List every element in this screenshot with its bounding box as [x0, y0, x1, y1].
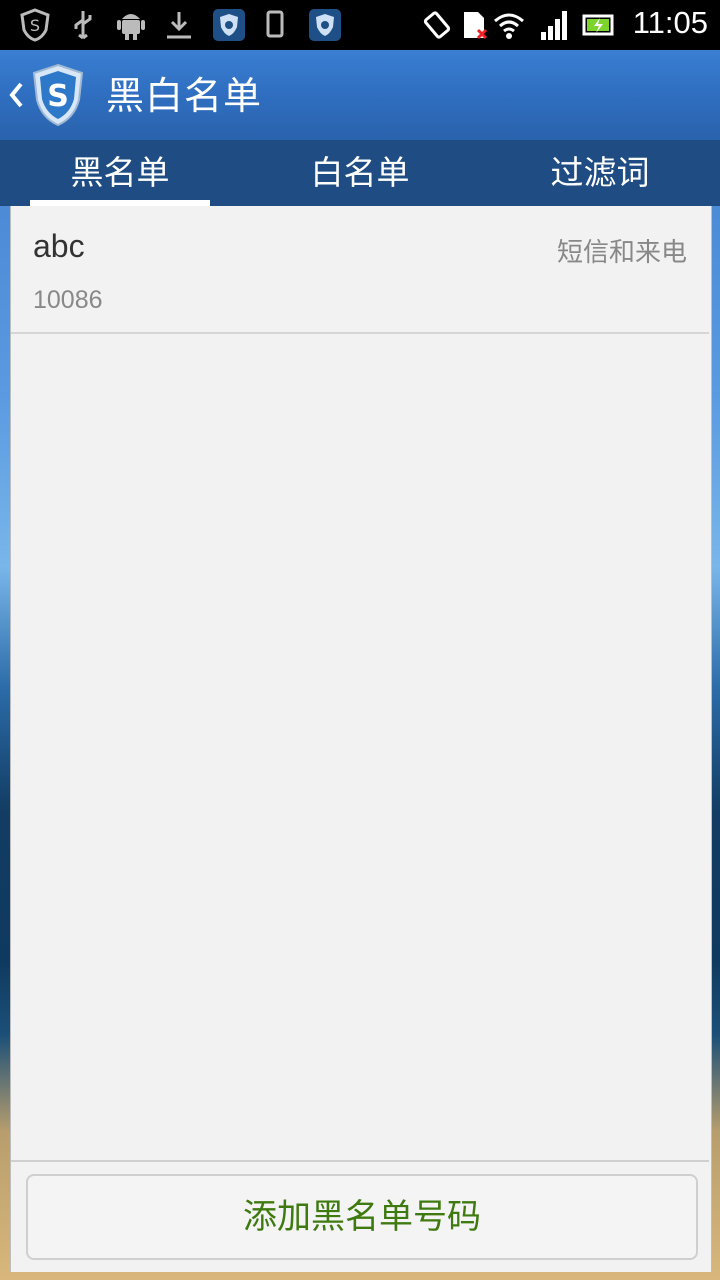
tab-bar: 黑名单 白名单 过滤词 [0, 140, 720, 206]
tab-filter-words[interactable]: 过滤词 [480, 140, 720, 206]
guard-icon [309, 9, 341, 41]
page-title: 黑白名单 [106, 74, 263, 118]
shield-s-icon: S [20, 8, 50, 42]
battery-charging-icon [582, 14, 614, 36]
blacklist-panel: abc 10086 短信和来电 添加黑名单号码 [10, 206, 712, 1272]
action-bar: S 黑白名单 [0, 50, 720, 140]
guard-icon [213, 9, 245, 41]
sim-off-icon [464, 12, 488, 40]
list-item[interactable]: abc 10086 短信和来电 [11, 206, 709, 334]
add-blacklist-number-button[interactable]: 添加黑名单号码 [26, 1174, 698, 1260]
phone-icon [266, 10, 284, 38]
clock: 11:05 [632, 5, 708, 40]
signal-icon [541, 11, 567, 40]
contact-number: 10086 [33, 286, 103, 314]
svg-text:S: S [30, 16, 40, 35]
tab-blacklist[interactable]: 黑名单 [0, 140, 240, 206]
back-arrow-icon[interactable] [6, 72, 26, 118]
tab-whitelist[interactable]: 白名单 [240, 140, 480, 206]
divider [11, 1160, 709, 1162]
block-type-label: 短信和来电 [556, 238, 687, 268]
contact-name: abc [33, 228, 85, 264]
download-icon [167, 12, 191, 39]
status-bar: S 11:05 [0, 0, 720, 50]
rotate-icon [423, 11, 451, 39]
svg-text:S: S [47, 79, 69, 114]
usb-icon [74, 11, 92, 40]
tab-label: 白名单 [310, 153, 410, 192]
app-shield-logo[interactable]: S [30, 62, 86, 128]
android-icon [117, 14, 145, 40]
wifi-icon [494, 13, 524, 39]
tab-label: 过滤词 [550, 153, 650, 192]
tab-label: 黑名单 [70, 153, 170, 192]
